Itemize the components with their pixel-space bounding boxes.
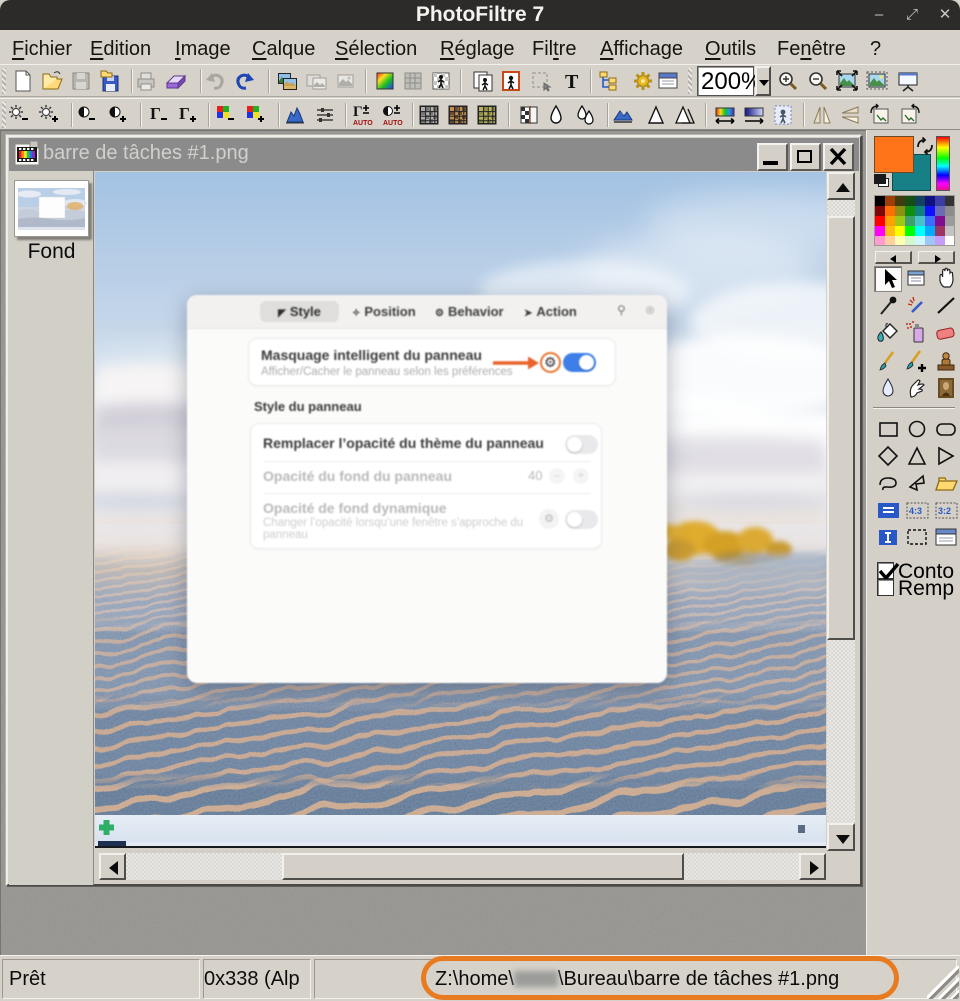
svg-text:Γ: Γ [179, 104, 190, 123]
svg-text:3:2: 3:2 [938, 506, 951, 516]
svg-text:Γ: Γ [150, 104, 161, 123]
svg-text:AUTO: AUTO [353, 120, 373, 127]
svg-text:AUTO: AUTO [383, 120, 403, 127]
svg-text:Γ: Γ [353, 104, 363, 120]
svg-text:T: T [565, 71, 579, 93]
svg-text:4:3: 4:3 [909, 506, 922, 516]
